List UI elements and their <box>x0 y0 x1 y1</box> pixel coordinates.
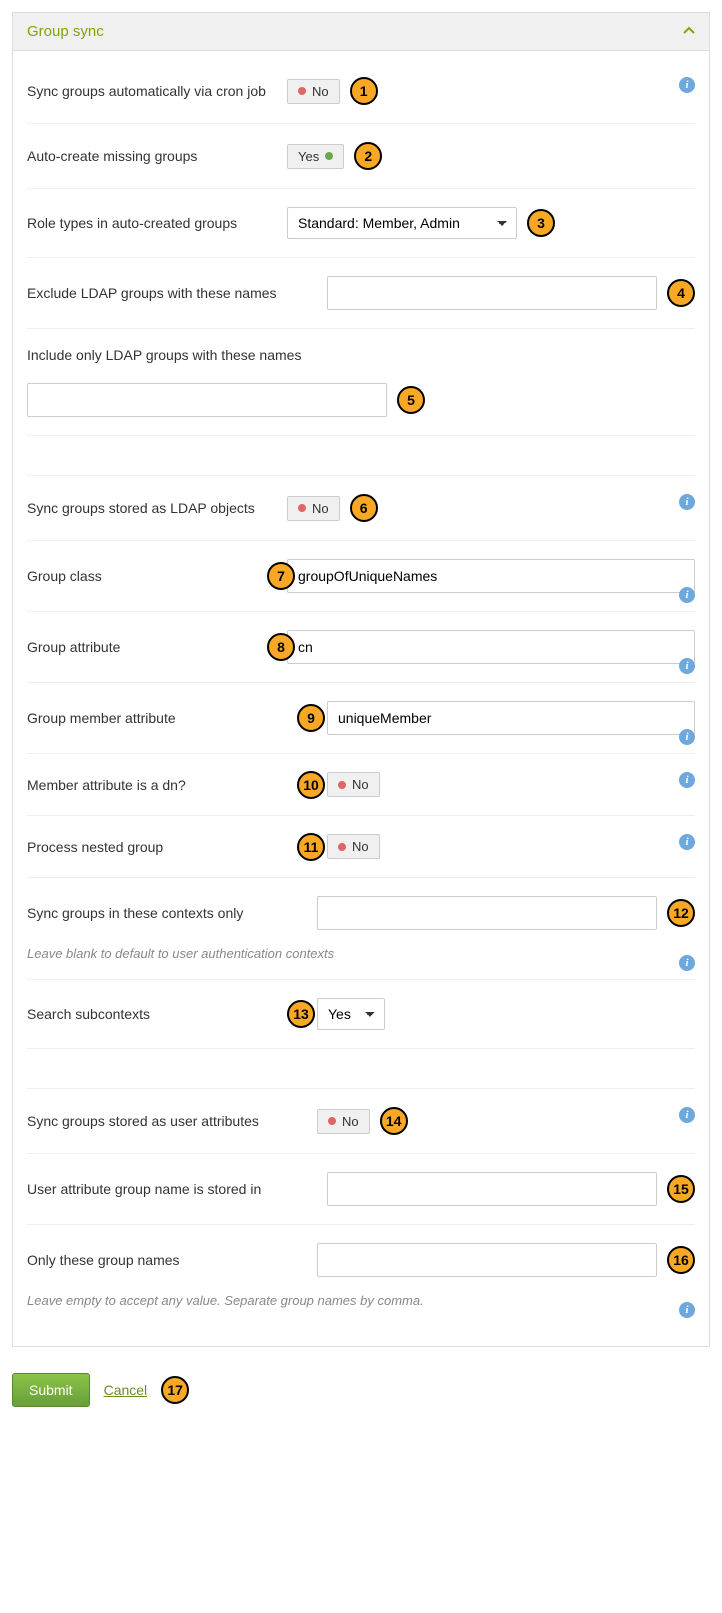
input-include[interactable] <box>27 383 387 417</box>
input-only-names[interactable] <box>317 1243 657 1277</box>
dot-off-icon <box>338 843 346 851</box>
row-sync-user-attrs: Sync groups stored as user attributes No… <box>27 1089 695 1154</box>
toggle-member-dn[interactable]: No <box>327 772 380 797</box>
submit-button[interactable]: Submit <box>12 1373 90 1407</box>
toggle-sync-objects[interactable]: No <box>287 496 340 521</box>
label-sync-contexts: Sync groups in these contexts only <box>27 905 317 921</box>
row-exclude: Exclude LDAP groups with these names 4 <box>27 258 695 329</box>
input-group-member-attr[interactable] <box>327 701 695 735</box>
panel-body: Sync groups automatically via cron job N… <box>13 51 709 1346</box>
marker-1: 1 <box>350 77 378 105</box>
dot-on-icon <box>325 152 333 160</box>
toggle-sync-cron[interactable]: No <box>287 79 340 104</box>
label-user-attr-name: User attribute group name is stored in <box>27 1181 327 1197</box>
panel-header[interactable]: Group sync <box>13 13 709 51</box>
panel-title: Group sync <box>27 23 104 40</box>
row-sync-cron: Sync groups automatically via cron job N… <box>27 59 695 124</box>
row-subcontexts: Search subcontexts 13 Yes <box>27 980 695 1049</box>
marker-14: 14 <box>380 1107 408 1135</box>
info-icon[interactable]: i <box>679 494 695 510</box>
label-nested: Process nested group <box>27 839 287 855</box>
row-sync-contexts: Sync groups in these contexts only 12 i … <box>27 878 695 980</box>
label-auto-create: Auto-create missing groups <box>27 148 287 164</box>
group-sync-panel: Group sync Sync groups automatically via… <box>12 12 710 1347</box>
input-sync-contexts[interactable] <box>317 896 657 930</box>
info-icon[interactable]: i <box>679 1107 695 1123</box>
marker-10: 10 <box>297 771 325 799</box>
label-group-member-attr: Group member attribute <box>27 710 287 726</box>
label-subcontexts: Search subcontexts <box>27 1006 287 1022</box>
dot-off-icon <box>298 504 306 512</box>
info-icon[interactable]: i <box>679 834 695 850</box>
label-group-attr: Group attribute <box>27 639 287 655</box>
input-group-class[interactable] <box>287 559 695 593</box>
row-member-dn: Member attribute is a dn? 10 No i <box>27 754 695 816</box>
marker-4: 4 <box>667 279 695 307</box>
help-sync-contexts: Leave blank to default to user authentic… <box>27 940 695 961</box>
label-only-names: Only these group names <box>27 1252 317 1268</box>
button-row: Submit Cancel 17 <box>0 1359 722 1427</box>
select-role-types[interactable]: Standard: Member, Admin <box>287 207 517 239</box>
input-group-attr[interactable] <box>287 630 695 664</box>
cancel-link[interactable]: Cancel <box>104 1382 148 1398</box>
marker-5: 5 <box>397 386 425 414</box>
label-exclude: Exclude LDAP groups with these names <box>27 285 327 301</box>
info-icon[interactable]: i <box>679 729 695 745</box>
dot-off-icon <box>328 1117 336 1125</box>
info-icon[interactable]: i <box>679 77 695 93</box>
label-member-dn: Member attribute is a dn? <box>27 777 287 793</box>
help-only-names: Leave empty to accept any value. Separat… <box>27 1287 695 1308</box>
dot-off-icon <box>338 781 346 789</box>
marker-12: 12 <box>667 899 695 927</box>
info-icon[interactable]: i <box>679 658 695 674</box>
toggle-auto-create[interactable]: Yes <box>287 144 344 169</box>
dot-off-icon <box>298 87 306 95</box>
marker-16: 16 <box>667 1246 695 1274</box>
row-group-member-attr: Group member attribute 9 i <box>27 683 695 754</box>
row-group-attr: Group attribute 8 i <box>27 612 695 683</box>
row-auto-create: Auto-create missing groups Yes 2 <box>27 124 695 189</box>
select-subcontexts[interactable]: Yes <box>317 998 385 1030</box>
marker-7: 7 <box>267 562 295 590</box>
input-user-attr-name[interactable] <box>327 1172 657 1206</box>
label-sync-cron: Sync groups automatically via cron job <box>27 83 287 99</box>
row-only-names: Only these group names 16 i Leave empty … <box>27 1225 695 1326</box>
marker-6: 6 <box>350 494 378 522</box>
marker-2: 2 <box>354 142 382 170</box>
info-icon[interactable]: i <box>679 1302 695 1318</box>
chevron-up-icon <box>683 24 695 40</box>
input-exclude[interactable] <box>327 276 657 310</box>
marker-9: 9 <box>297 704 325 732</box>
row-nested: Process nested group 11 No i <box>27 816 695 878</box>
toggle-nested[interactable]: No <box>327 834 380 859</box>
toggle-sync-user-attrs[interactable]: No <box>317 1109 370 1134</box>
info-icon[interactable]: i <box>679 772 695 788</box>
row-group-class: Group class 7 i <box>27 541 695 612</box>
marker-11: 11 <box>297 833 325 861</box>
label-include: Include only LDAP groups with these name… <box>27 347 695 373</box>
label-sync-user-attrs: Sync groups stored as user attributes <box>27 1113 317 1129</box>
marker-15: 15 <box>667 1175 695 1203</box>
label-sync-objects: Sync groups stored as LDAP objects <box>27 500 287 516</box>
row-sync-objects: Sync groups stored as LDAP objects No 6 … <box>27 476 695 541</box>
info-icon[interactable]: i <box>679 587 695 603</box>
marker-13: 13 <box>287 1000 315 1028</box>
row-role-types: Role types in auto-created groups Standa… <box>27 189 695 258</box>
label-role-types: Role types in auto-created groups <box>27 215 287 231</box>
row-user-attr-name: User attribute group name is stored in 1… <box>27 1154 695 1225</box>
spacer <box>27 1049 695 1089</box>
marker-8: 8 <box>267 633 295 661</box>
spacer <box>27 436 695 476</box>
label-group-class: Group class <box>27 568 287 584</box>
row-include: Include only LDAP groups with these name… <box>27 329 695 436</box>
marker-17: 17 <box>161 1376 189 1404</box>
marker-3: 3 <box>527 209 555 237</box>
info-icon[interactable]: i <box>679 955 695 971</box>
